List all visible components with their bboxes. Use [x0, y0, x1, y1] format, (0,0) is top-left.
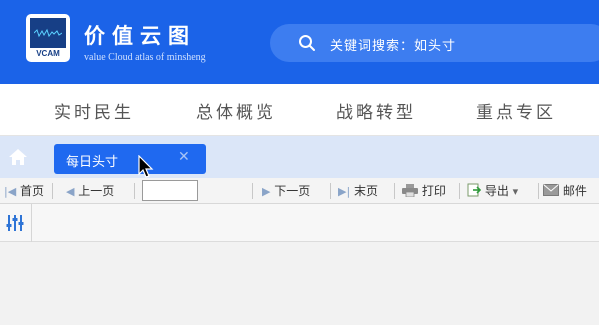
- mail-icon: [543, 184, 559, 196]
- main-nav: 实时民生 总体概览 战略转型 重点专区: [0, 84, 599, 136]
- toolbar-divider: [134, 183, 135, 199]
- prev-page-button[interactable]: ◀ 上一页: [66, 182, 114, 199]
- brand-subtitle: value Cloud atlas of minsheng: [84, 52, 206, 63]
- search-box[interactable]: 关键词搜索：如头寸: [270, 24, 599, 62]
- close-icon[interactable]: ✕: [178, 149, 190, 165]
- export-icon: [467, 183, 482, 197]
- brand-title: 价值云图: [84, 24, 196, 48]
- tab-daily-position[interactable]: 每日头寸 ✕: [54, 144, 206, 174]
- next-page-label: 下一页: [274, 184, 311, 198]
- toolbar-divider: [52, 183, 53, 199]
- toolbar-divider: [330, 183, 331, 199]
- logo-graphic: [30, 18, 66, 48]
- filter-bar: [0, 204, 599, 242]
- app-header: VCAM 价值云图 value Cloud atlas of minsheng …: [0, 0, 599, 84]
- search-icon[interactable]: [298, 34, 316, 52]
- app-logo[interactable]: VCAM: [26, 14, 70, 62]
- export-button[interactable]: 导出 ▾: [467, 182, 518, 199]
- nav-item-strategy[interactable]: 战略转型: [336, 98, 416, 123]
- prev-page-label: 上一页: [78, 184, 115, 198]
- filter-toggle-button[interactable]: [0, 204, 32, 242]
- report-content-area: [0, 242, 599, 325]
- page-number-input[interactable]: [142, 180, 198, 201]
- next-page-icon: ▶: [262, 185, 271, 198]
- toolbar-divider: [394, 183, 395, 199]
- mail-label: 邮件: [562, 184, 587, 198]
- nav-item-focus[interactable]: 重点专区: [476, 98, 556, 123]
- first-page-icon: |◀: [4, 185, 17, 198]
- toolbar-divider: [459, 183, 460, 199]
- export-label: 导出: [484, 184, 509, 198]
- print-button[interactable]: 打印: [402, 182, 446, 199]
- toolbar-divider: [252, 183, 253, 199]
- last-page-label: 末页: [354, 184, 379, 198]
- logo-text: VCAM: [36, 49, 60, 58]
- print-label: 打印: [421, 184, 446, 198]
- chevron-down-icon: ▾: [512, 185, 519, 198]
- search-input[interactable]: 关键词搜索：如头寸: [330, 35, 456, 54]
- nav-item-realtime[interactable]: 实时民生: [54, 98, 134, 123]
- nav-item-overview[interactable]: 总体概览: [196, 98, 276, 123]
- prev-page-icon: ◀: [66, 185, 75, 198]
- first-page-button[interactable]: |◀ 首页: [4, 182, 44, 199]
- sliders-icon: [6, 215, 24, 231]
- tab-strip: 每日头寸 ✕: [0, 136, 599, 178]
- mouse-cursor-icon: [138, 155, 154, 178]
- mail-button[interactable]: 邮件: [543, 182, 587, 199]
- first-page-label: 首页: [20, 184, 45, 198]
- home-icon[interactable]: [8, 148, 28, 166]
- last-page-button[interactable]: ▶| 末页: [338, 182, 378, 199]
- last-page-icon: ▶|: [338, 185, 351, 198]
- printer-icon: [402, 184, 418, 198]
- logo-wave-icon: [34, 28, 62, 38]
- toolbar-divider: [538, 183, 539, 199]
- report-toolbar: |◀ 首页 ◀ 上一页 ▶ 下一页 ▶| 末页 打印 导出 ▾ 邮件: [0, 178, 599, 204]
- next-page-button[interactable]: ▶ 下一页: [262, 182, 310, 199]
- tab-label: 每日头寸: [66, 155, 119, 170]
